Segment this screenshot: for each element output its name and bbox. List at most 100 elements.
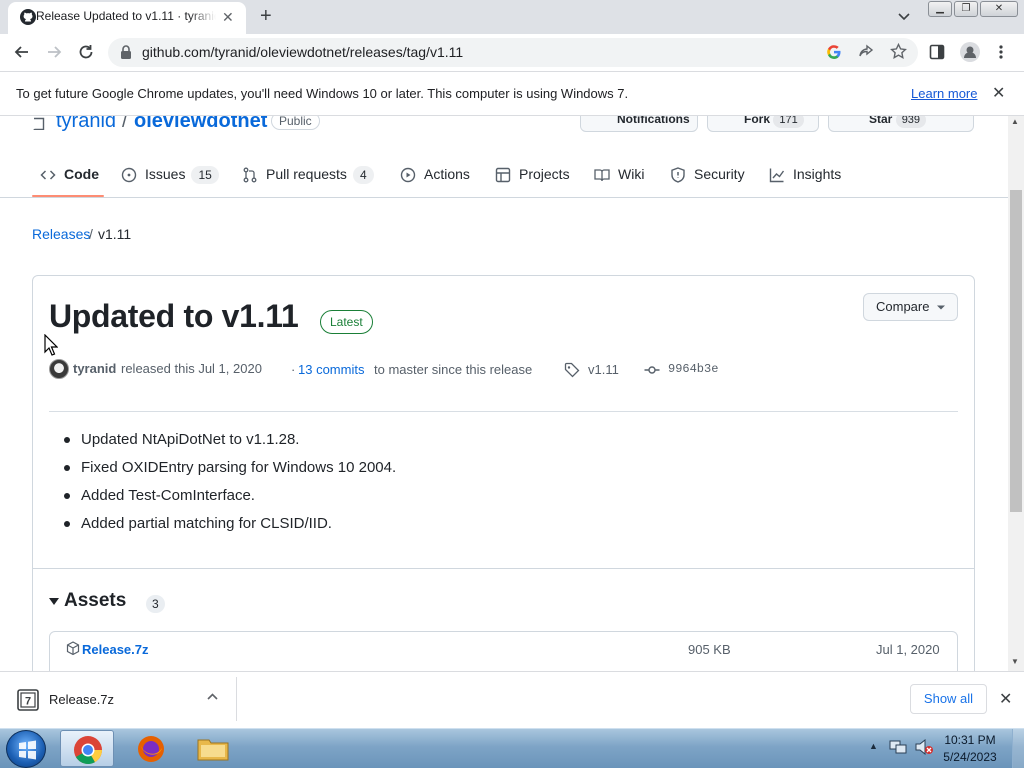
tab-issues[interactable]: Issues 15: [121, 166, 219, 184]
breadcrumb-separator: /: [89, 226, 93, 242]
google-translate-icon[interactable]: [826, 44, 842, 60]
table-icon: [495, 167, 511, 183]
tab-search-chevron-icon[interactable]: [897, 9, 911, 23]
url-text[interactable]: github.com/tyranid/oleviewdotnet/release…: [142, 44, 463, 60]
download-bar: [0, 671, 1024, 728]
forward-arrow-icon[interactable]: [45, 43, 63, 61]
tray-clock-time[interactable]: 10:31 PM: [940, 733, 1000, 747]
scroll-up-arrow-icon[interactable]: ▲: [1011, 117, 1019, 126]
tab-code[interactable]: Code: [40, 166, 99, 183]
scrollbar-thumb[interactable]: [1010, 190, 1022, 512]
code-icon: [40, 167, 56, 183]
reload-icon[interactable]: [77, 43, 95, 61]
release-note-item: Added partial matching for CLSID/IID.: [62, 514, 396, 542]
tray-volume-muted-icon[interactable]: [914, 739, 934, 755]
side-panel-icon[interactable]: [929, 44, 945, 60]
release-tag-link[interactable]: v1.11: [588, 362, 619, 377]
tab-projects[interactable]: Projects: [495, 166, 570, 183]
release-note-item: Added Test-ComInterface.: [62, 486, 396, 514]
issue-opened-icon: [121, 167, 137, 183]
tab-wiki-label: Wiki: [618, 166, 645, 182]
tag-icon: [564, 362, 580, 378]
release-note-item: Fixed OXIDEntry parsing for Windows 10 2…: [62, 458, 396, 486]
tab-issues-label: Issues: [145, 166, 186, 182]
download-filename[interactable]: Release.7z: [49, 692, 114, 707]
archive-file-icon[interactable]: 7: [16, 688, 40, 712]
tab-insights[interactable]: Insights: [769, 166, 841, 183]
taskbar-explorer-folder-icon[interactable]: [186, 730, 240, 767]
scroll-down-arrow-icon[interactable]: ▼: [1011, 657, 1019, 666]
tab-security[interactable]: Security: [670, 166, 745, 184]
caret-down-icon: [937, 294, 945, 320]
download-bar-close-icon[interactable]: ✕: [999, 689, 1012, 709]
commits-suffix: to master since this release: [374, 362, 533, 377]
assets-heading[interactable]: Assets: [64, 590, 126, 612]
assets-collapse-caret-icon[interactable]: [49, 597, 59, 607]
fork-label: Fork: [744, 116, 771, 126]
infobar-close-icon[interactable]: ✕: [992, 83, 1005, 103]
tab-wiki[interactable]: Wiki: [594, 166, 644, 183]
back-arrow-icon[interactable]: [13, 43, 31, 61]
meta-dot-separator: ·: [291, 362, 296, 377]
release-author-link[interactable]: tyranid: [73, 361, 116, 376]
assets-divider: [33, 568, 974, 569]
minimize-window-icon[interactable]: ▁: [928, 1, 952, 17]
tab-security-label: Security: [694, 166, 745, 182]
tab-insights-label: Insights: [793, 166, 842, 182]
pull-requests-count: 4: [352, 166, 374, 184]
compare-button[interactable]: Compare: [863, 293, 958, 321]
package-icon: [66, 641, 80, 656]
release-date-text: released this Jul 1, 2020: [121, 361, 262, 376]
commits-link[interactable]: 13 commits: [298, 362, 364, 377]
tray-clock-date[interactable]: 5/24/2023: [940, 750, 1000, 764]
notifications-button[interactable]: Notifications: [580, 116, 698, 132]
repo-name-link[interactable]: oleviewdotnet: [134, 116, 267, 133]
asset-name-link[interactable]: Release.7z: [82, 642, 149, 657]
book-icon: [594, 167, 610, 183]
show-all-downloads-button[interactable]: Show all: [910, 684, 987, 714]
compare-label: Compare: [876, 299, 930, 314]
graph-icon: [769, 167, 785, 183]
star-button[interactable]: Star 939: [828, 116, 974, 132]
author-avatar[interactable]: [49, 359, 69, 379]
asset-size: 905 KB: [688, 642, 731, 657]
chrome-menu-icon[interactable]: [998, 44, 1004, 60]
git-commit-icon: [644, 362, 660, 378]
bookmark-star-icon[interactable]: [890, 43, 907, 60]
lock-icon[interactable]: [120, 45, 132, 59]
release-commit-link[interactable]: 9964b3e: [668, 362, 718, 376]
share-icon[interactable]: [858, 44, 874, 60]
tab-projects-label: Projects: [519, 166, 570, 182]
breadcrumb-releases-link[interactable]: Releases: [32, 226, 90, 242]
shield-icon: [670, 167, 686, 184]
repo-header: tyranid / oleviewdotnet Public Notificat…: [0, 116, 1008, 150]
learn-more-link[interactable]: Learn more: [911, 86, 977, 101]
taskbar-chrome-icon[interactable]: [60, 730, 114, 767]
tray-expand-arrow-icon[interactable]: ▲: [869, 741, 878, 751]
close-window-icon[interactable]: ✕: [980, 1, 1018, 17]
tab-title: Release Updated to v1.11 · tyranid/olevi…: [36, 9, 216, 23]
repo-visibility-badge: Public: [271, 116, 320, 130]
download-options-chevron-icon[interactable]: [206, 690, 219, 703]
restore-window-icon[interactable]: ❐: [954, 1, 978, 17]
repo-owner-link[interactable]: tyranid: [56, 116, 116, 133]
new-tab-plus-icon[interactable]: +: [260, 5, 272, 28]
release-note-item: Updated NtApiDotNet to v1.1.28.: [62, 430, 396, 458]
svg-text:7: 7: [25, 696, 31, 708]
release-title: Updated to v1.11: [49, 298, 299, 334]
show-desktop-button[interactable]: [1012, 729, 1024, 768]
tab-actions-label: Actions: [424, 166, 470, 182]
fork-count: 171: [773, 116, 804, 128]
tab-actions[interactable]: Actions: [400, 166, 470, 183]
fork-button[interactable]: Fork 171: [707, 116, 819, 132]
github-favicon-icon: [20, 9, 36, 25]
breadcrumb-current: v1.11: [98, 226, 132, 242]
profile-avatar-icon[interactable]: [960, 42, 980, 62]
latest-badge: Latest: [320, 310, 373, 334]
tab-close-icon[interactable]: ✕: [222, 9, 234, 26]
git-pull-request-icon: [242, 167, 258, 183]
start-button-windows-icon[interactable]: [6, 730, 46, 768]
taskbar-firefox-icon[interactable]: [124, 730, 178, 767]
tray-network-icon[interactable]: [889, 739, 907, 755]
tab-pull-requests[interactable]: Pull requests 4: [242, 166, 374, 184]
